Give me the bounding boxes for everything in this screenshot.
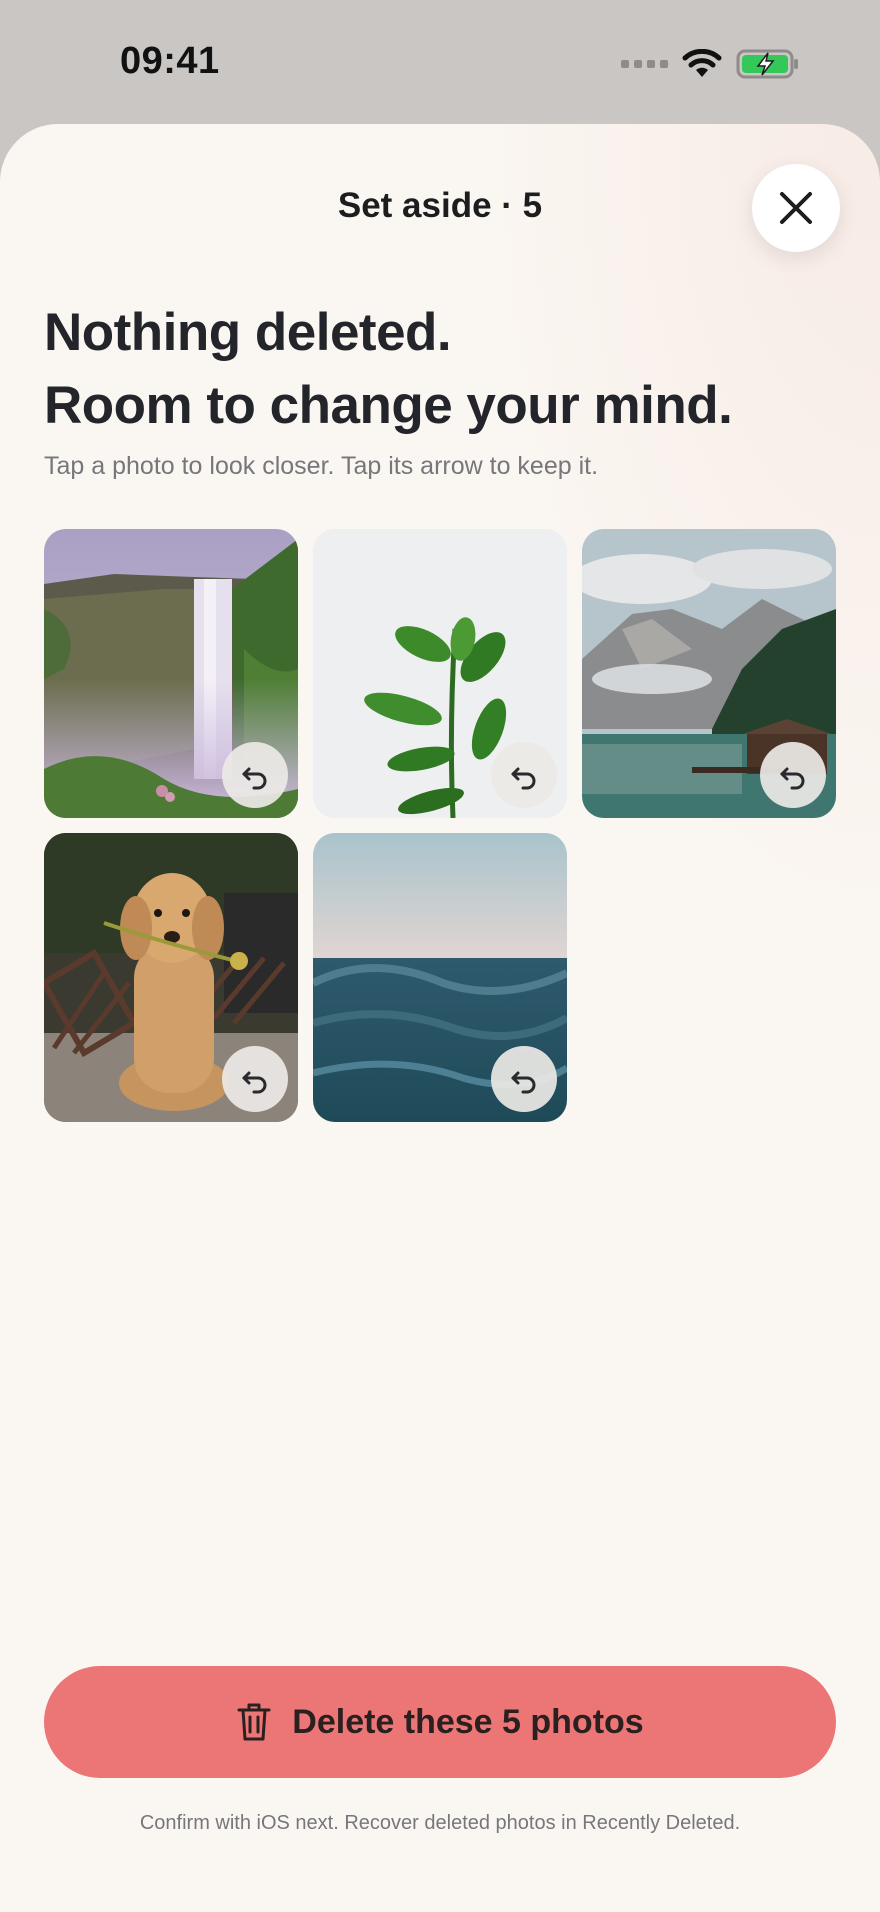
undo-arrow-icon <box>242 767 267 790</box>
headline-line-1: Nothing deleted. <box>44 303 452 362</box>
keep-photo-button[interactable] <box>222 1046 288 1112</box>
battery-charging-icon <box>736 49 798 79</box>
undo-arrow-icon <box>242 1071 267 1094</box>
sheet-title: Set aside · 5 <box>337 186 543 225</box>
photo-tile-ocean[interactable] <box>313 833 567 1122</box>
undo-arrow-icon <box>511 1071 536 1094</box>
keep-photo-button[interactable] <box>491 742 557 808</box>
photo-tile-plant[interactable] <box>313 529 567 818</box>
photo-tile-mountain-lake[interactable] <box>582 529 836 818</box>
photo-tile-waterfall[interactable] <box>44 529 298 818</box>
subtitle: Tap a photo to look closer. Tap its arro… <box>44 452 599 480</box>
keep-photo-button[interactable] <box>222 742 288 808</box>
status-icons <box>621 44 800 84</box>
undo-arrow-icon <box>511 767 536 790</box>
keep-photo-button[interactable] <box>760 742 826 808</box>
status-time: 09:41 <box>120 40 220 82</box>
close-button[interactable] <box>752 164 840 252</box>
set-aside-sheet: Set aside · 5 Nothing deleted. Room to c… <box>0 124 880 1912</box>
wifi-icon <box>682 49 722 77</box>
footnote: Confirm with iOS next. Recover deleted p… <box>139 1812 741 1834</box>
keep-photo-button[interactable] <box>491 1046 557 1112</box>
trash-icon <box>237 1703 271 1741</box>
delete-button-label: Delete these 5 photos <box>292 1702 644 1741</box>
undo-arrow-icon <box>780 767 805 790</box>
delete-photos-button[interactable]: Delete these 5 photos <box>44 1666 836 1778</box>
headline-line-2: Room to change your mind. <box>44 376 733 435</box>
headline: Nothing deleted. Room to change your min… <box>44 296 844 442</box>
signal-dots-icon <box>621 60 668 68</box>
photo-tile-dog[interactable] <box>44 833 298 1122</box>
status-bar: 09:41 <box>0 0 880 124</box>
close-icon <box>780 192 812 224</box>
